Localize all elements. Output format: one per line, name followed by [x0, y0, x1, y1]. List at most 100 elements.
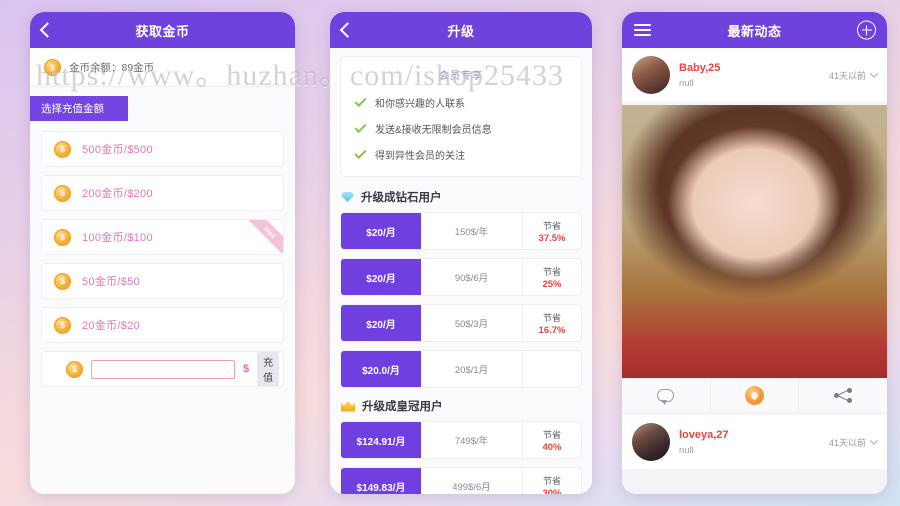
- coin-package-item[interactable]: 100金币/$100 Hot: [41, 219, 284, 255]
- diamond-section-title: 升级成钻石用户: [361, 192, 442, 204]
- plan-row[interactable]: $149.83/月 499$/6月 节省 30%: [340, 467, 582, 494]
- feed-post-time: 41天以前: [828, 437, 866, 448]
- plan-savings-value: 25%: [542, 278, 562, 290]
- chevron-down-icon[interactable]: [869, 69, 879, 78]
- upgrade-app-bar: 升级: [330, 12, 592, 48]
- back-chevron-icon[interactable]: [339, 22, 356, 38]
- check-icon: [354, 146, 367, 159]
- benefit-item: 和你感兴趣的人联系: [351, 89, 571, 115]
- upgrade-page-title: 升级: [447, 23, 475, 39]
- benefit-label: 和你感兴趣的人联系: [375, 98, 465, 110]
- coins-body: 金币余额：89金币 选择充值金额 500金币/$500 200金币/$200 1…: [30, 48, 295, 494]
- topup-button[interactable]: 充值: [257, 352, 280, 386]
- plan-row[interactable]: $20/月 90$/6月 节省 25%: [340, 258, 582, 296]
- coin-icon: [54, 272, 71, 290]
- plan-savings: 节省 16.7%: [523, 305, 581, 341]
- diamond-section-header: 升级成钻石用户: [330, 187, 592, 212]
- plan-savings-label: 节省: [542, 220, 561, 231]
- benefits-card: 会员专享 和你感兴趣的人联系 发送&接收无限制会员信息 得到异性会员的关注: [340, 56, 582, 177]
- coin-package-item[interactable]: 200金币/$200: [41, 175, 284, 211]
- feed-post-header[interactable]: loveya,27 null 41天以前: [622, 415, 887, 469]
- feed-post-text: null: [679, 444, 694, 456]
- comment-action[interactable]: [622, 379, 711, 412]
- feed-body: Baby,25 null 41天以前 loveya,27 null 41天以前: [622, 48, 887, 494]
- share-icon: [834, 388, 853, 403]
- coin-package-label: 500金币/$500: [82, 144, 153, 156]
- plan-total-price: 150$/年: [421, 213, 523, 249]
- benefit-label: 得到异性会员的关注: [375, 150, 465, 162]
- plan-savings-value: 30%: [542, 487, 562, 495]
- feed-post-meta: Baby,25 null: [679, 62, 820, 89]
- plan-savings: 节省 30%: [523, 468, 581, 495]
- coins-page-title: 获取金币: [135, 23, 190, 39]
- feed-post-username: loveya,27: [679, 428, 729, 441]
- diamond-icon: [341, 192, 354, 202]
- coin-icon: [54, 184, 71, 202]
- avatar[interactable]: [632, 423, 670, 461]
- feed-post-time-wrap[interactable]: 41天以前: [828, 436, 879, 449]
- coins-app-bar: 获取金币: [30, 12, 295, 48]
- phone-panel-get-coins: 获取金币 金币余额：89金币 选择充值金额 500金币/$500 200金币/$…: [30, 12, 295, 494]
- plan-monthly-price: $124.91/月: [341, 422, 421, 458]
- feed-post-time-wrap[interactable]: 41天以前: [828, 69, 879, 82]
- coin-icon: [66, 360, 83, 378]
- coin-icon: [54, 140, 71, 158]
- plan-savings-value: 40%: [542, 441, 562, 453]
- feed-post-action-bar: [622, 378, 887, 412]
- plan-monthly-price: $149.83/月: [341, 468, 421, 494]
- upgrade-body: 会员专享 和你感兴趣的人联系 发送&接收无限制会员信息 得到异性会员的关注 升级…: [330, 48, 592, 494]
- plan-monthly-price: $20/月: [341, 305, 421, 341]
- coin-icon: [54, 228, 71, 246]
- comment-icon: [657, 389, 675, 405]
- plus-icon[interactable]: [857, 20, 876, 40]
- coin-balance-row: 金币余额：89金币: [30, 48, 295, 87]
- feed-post-text: null: [679, 77, 694, 89]
- benefit-item: 发送&接收无限制会员信息: [351, 115, 571, 141]
- coin-package-item[interactable]: 500金币/$500: [41, 131, 284, 167]
- coin-package-label: 20金币/$20: [82, 320, 141, 332]
- check-icon: [354, 94, 367, 107]
- crown-section-header: 升级成皇冠用户: [330, 396, 592, 421]
- avatar[interactable]: [632, 56, 670, 94]
- select-amount-label: 选择充值金额: [30, 96, 128, 121]
- share-action[interactable]: [799, 379, 887, 412]
- coin-package-item[interactable]: 50金币/$50: [41, 263, 284, 299]
- plan-row[interactable]: $124.91/月 749$/年 节省 40%: [340, 421, 582, 459]
- crown-icon: [341, 401, 355, 412]
- chevron-down-icon[interactable]: [869, 436, 879, 445]
- coin-balance-text: 金币余额：89金币: [69, 62, 155, 74]
- plan-savings-label: 节省: [542, 429, 561, 440]
- feed-page-title: 最新动态: [727, 23, 782, 39]
- plan-row[interactable]: $20/月 150$/年 节省 37.5%: [340, 212, 582, 250]
- coin-package-item[interactable]: 20金币/$20: [41, 307, 284, 343]
- custom-amount-input[interactable]: [91, 359, 235, 379]
- screenshot-stage: 获取金币 金币余额：89金币 选择充值金额 500金币/$500 200金币/$…: [0, 0, 900, 506]
- custom-amount-row: $ 充值: [41, 351, 284, 387]
- plan-savings-value: 16.7%: [538, 324, 566, 336]
- plan-total-price: 90$/6月: [421, 259, 523, 295]
- hamburger-menu-icon[interactable]: [634, 21, 651, 39]
- feed-post-meta: loveya,27 null: [679, 429, 820, 456]
- coin-package-label: 200金币/$200: [82, 188, 153, 200]
- feed-post-header[interactable]: Baby,25 null 41天以前: [622, 48, 887, 102]
- call-action[interactable]: [711, 379, 800, 412]
- plan-savings: 节省 37.5%: [523, 213, 581, 249]
- back-chevron-icon[interactable]: [39, 22, 56, 38]
- plan-total-price: 20$/1月: [421, 351, 523, 387]
- benefit-label: 发送&接收无限制会员信息: [375, 124, 492, 136]
- plan-savings-value: 37.5%: [538, 232, 566, 244]
- plan-row[interactable]: $20/月 50$/3月 节省 16.7%: [340, 304, 582, 342]
- coin-icon: [54, 316, 71, 334]
- plan-savings: 节省 40%: [523, 422, 581, 458]
- phone-panel-feed: 最新动态 Baby,25 null 41天以前 loveya,27 null 4…: [622, 12, 887, 494]
- plan-monthly-price: $20.0/月: [341, 351, 421, 387]
- plan-row[interactable]: $20.0/月 20$/1月: [340, 350, 582, 388]
- feed-app-bar: 最新动态: [622, 12, 887, 48]
- feed-post-time: 41天以前: [828, 70, 866, 81]
- feed-post-photo[interactable]: [622, 105, 887, 378]
- plan-savings: [523, 351, 581, 387]
- coin-package-list: 500金币/$500 200金币/$200 100金币/$100 Hot 50金…: [30, 131, 295, 387]
- feed-post-username: Baby,25: [679, 61, 721, 74]
- coin-package-label: 50金币/$50: [82, 276, 141, 288]
- benefits-title: 会员专享: [439, 71, 483, 82]
